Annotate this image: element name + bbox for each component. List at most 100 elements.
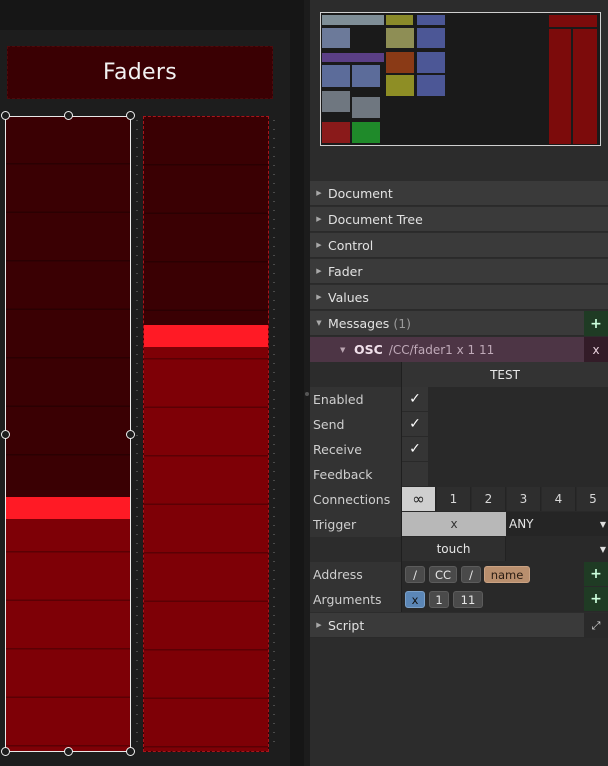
section-document-tree[interactable]: ▶ Document Tree (310, 207, 608, 232)
trigger-event[interactable]: touch (402, 537, 506, 561)
trigger-variable[interactable]: x (402, 512, 506, 536)
connection-1[interactable]: 1 (437, 487, 471, 511)
test-button[interactable]: TEST (401, 362, 608, 387)
prop-value: ∞ 1 2 3 4 5 (401, 487, 608, 512)
section-control[interactable]: ▶ Control (310, 233, 608, 258)
expand-arrow-icon: ▶ (316, 241, 322, 249)
enabled-checkbox[interactable]: ✓ (402, 387, 428, 411)
resize-handle-s[interactable] (64, 747, 73, 756)
prop-label: Address (310, 562, 401, 587)
minimap-block (322, 65, 350, 87)
faders-title-panel[interactable]: Faders (7, 46, 273, 99)
prop-label: Trigger (310, 512, 401, 537)
prop-label-empty (310, 537, 401, 562)
add-address-part-button[interactable]: + (584, 562, 608, 586)
section-label: Values (328, 289, 369, 305)
osc-message-row[interactable]: ▼ OSC /CC/fader1 x 1 11 x (310, 337, 608, 362)
connection-all[interactable]: ∞ (402, 487, 436, 511)
minimap-block (386, 28, 414, 48)
fader-1[interactable] (6, 116, 131, 752)
prop-label: Enabled (310, 387, 401, 412)
resize-handle-ne[interactable] (126, 111, 135, 120)
minimap-block (352, 97, 380, 118)
section-fader[interactable]: ▶ Fader (310, 259, 608, 284)
resize-handle-sw[interactable] (1, 747, 10, 756)
address-chip-name[interactable]: name (484, 566, 530, 583)
expand-arrow-icon: ▶ (316, 267, 322, 275)
prop-feedback: Feedback (310, 462, 608, 487)
trigger-mode-value: ANY (509, 517, 534, 531)
trigger-mode-select[interactable]: ANY ▼ (506, 512, 608, 536)
section-label: Document (328, 185, 393, 201)
fader-2[interactable] (143, 116, 269, 752)
resize-handle-n[interactable] (64, 111, 73, 120)
prop-label: Send (310, 412, 401, 437)
connection-5[interactable]: 5 (577, 487, 608, 511)
divider-grip[interactable] (305, 392, 309, 396)
address-chip[interactable]: / (405, 566, 425, 583)
remove-message-button[interactable]: x (584, 337, 608, 362)
connection-4[interactable]: 4 (542, 487, 576, 511)
feedback-checkbox[interactable] (402, 462, 428, 486)
test-row: TEST (310, 362, 608, 387)
minimap-block (352, 65, 380, 87)
section-values[interactable]: ▶ Values (310, 285, 608, 310)
section-messages[interactable]: ▼ Messages (1) + (310, 311, 608, 336)
prop-value: x 1 11 + (401, 587, 608, 612)
section-label: Messages (328, 315, 390, 331)
trigger-event-select[interactable]: ▼ (506, 537, 608, 561)
resize-handle-w[interactable] (1, 430, 10, 439)
minimap-block (417, 28, 445, 48)
expand-arrow-icon: ▶ (316, 215, 322, 223)
messages-count: (1) (393, 315, 412, 331)
canvas-area[interactable]: Faders (0, 0, 304, 766)
fader-2-handle[interactable] (144, 325, 268, 347)
section-script[interactable]: ▶ Script ⤢ (310, 613, 608, 638)
minimap-block (417, 52, 445, 73)
fader-2-lines (144, 117, 268, 751)
minimap-block (386, 15, 413, 25)
receive-checkbox[interactable]: ✓ (402, 437, 428, 461)
connection-2[interactable]: 2 (472, 487, 506, 511)
prop-label: Feedback (310, 462, 401, 487)
section-label: Control (328, 237, 374, 253)
argument-chip[interactable]: 1 (429, 591, 449, 608)
dropdown-caret-icon: ▼ (599, 545, 606, 554)
collapse-arrow-icon: ▼ (340, 345, 346, 354)
expand-editor-icon[interactable]: ⤢ (584, 613, 608, 638)
minimap-block (322, 122, 350, 143)
address-chip[interactable]: CC (429, 566, 457, 583)
prop-send: Send ✓ (310, 412, 608, 437)
section-label: Fader (328, 263, 363, 279)
grid-dots (136, 120, 138, 750)
expand-arrow-icon: ▶ (316, 293, 322, 301)
test-row-label (310, 362, 401, 387)
minimap-block (322, 28, 350, 48)
argument-chip[interactable]: 11 (453, 591, 483, 608)
send-checkbox[interactable]: ✓ (402, 412, 428, 436)
add-argument-button[interactable]: + (584, 587, 608, 611)
osc-path: /CC/fader1 x 1 11 (388, 342, 495, 357)
prop-receive: Receive ✓ (310, 437, 608, 462)
minimap-block (386, 75, 414, 96)
add-message-button[interactable]: + (584, 311, 608, 336)
prop-trigger: Trigger x ANY ▼ (310, 512, 608, 537)
fader-1-handle[interactable] (6, 497, 131, 519)
minimap-block (386, 52, 414, 73)
address-chip[interactable]: / (461, 566, 481, 583)
argument-chip-var[interactable]: x (405, 591, 425, 608)
connection-3[interactable]: 3 (507, 487, 541, 511)
prop-enabled: Enabled ✓ (310, 387, 608, 412)
minimap[interactable] (320, 12, 601, 146)
resize-handle-e[interactable] (126, 430, 135, 439)
section-document[interactable]: ▶ Document (310, 181, 608, 206)
resize-handle-nw[interactable] (1, 111, 10, 120)
prop-value: touch ▼ (401, 537, 608, 562)
section-label: Document Tree (328, 211, 423, 227)
resize-handle-se[interactable] (126, 747, 135, 756)
inspector-panel: ▶ Document ▶ Document Tree ▶ Control ▶ F… (310, 0, 608, 766)
minimap-block (417, 15, 445, 25)
grid-dots (273, 120, 275, 750)
minimap-block (322, 15, 384, 25)
prop-label: Arguments (310, 587, 401, 612)
